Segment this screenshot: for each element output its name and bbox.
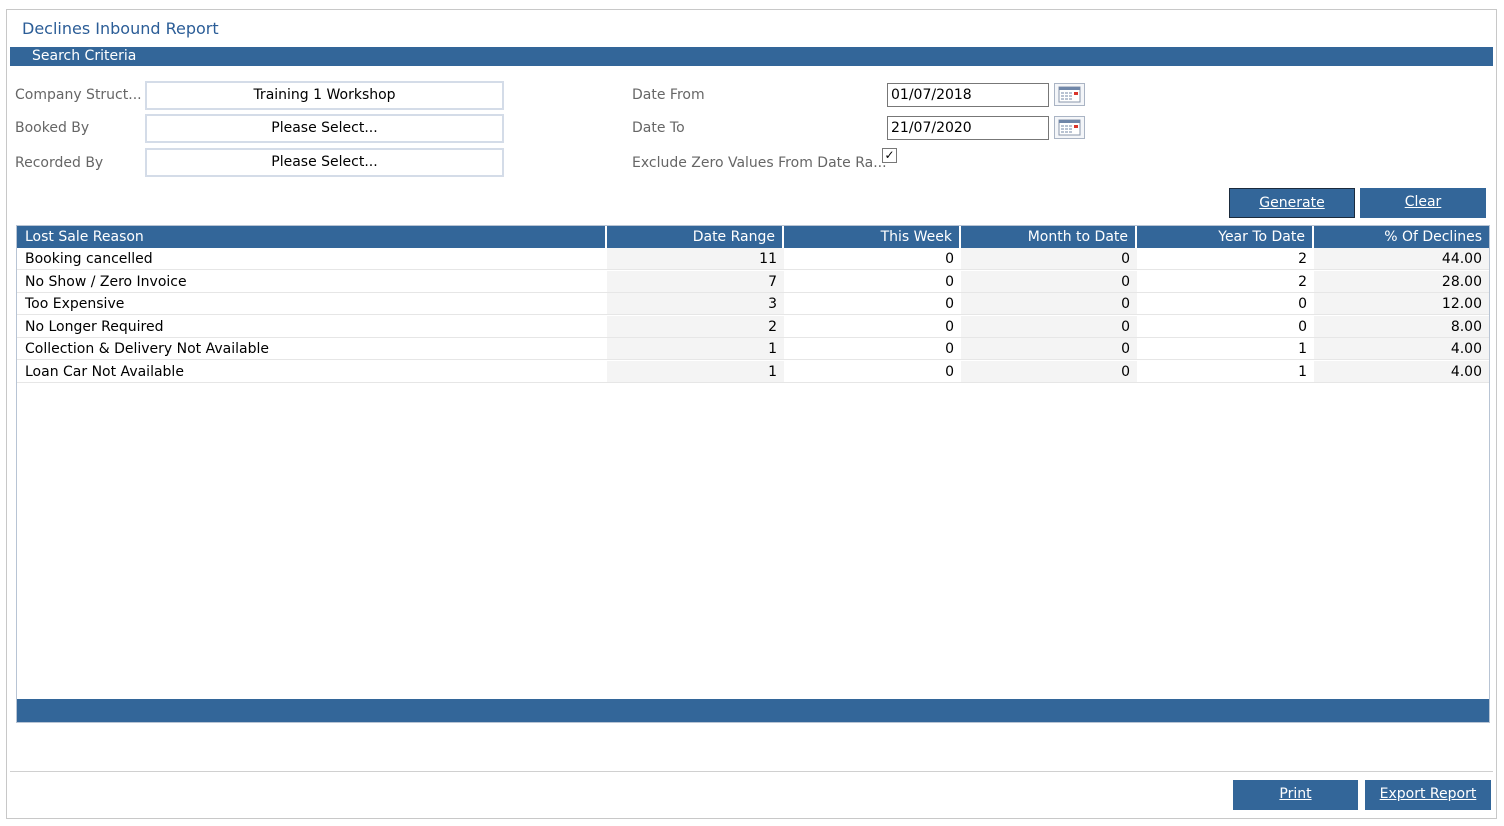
table-row[interactable]: No Show / Zero Invoice 7 0 0 2 28.00: [17, 271, 1489, 293]
cell-year-to-date: 0: [1137, 316, 1314, 338]
cell-reason: Booking cancelled: [17, 248, 607, 270]
cell-percent: 8.00: [1314, 316, 1489, 338]
cell-year-to-date: 2: [1137, 271, 1314, 293]
footer-divider: [10, 771, 1493, 772]
page-title: Declines Inbound Report: [22, 19, 219, 38]
exclude-zero-checkbox[interactable]: ✓: [882, 148, 897, 163]
generate-button[interactable]: Generate: [1229, 188, 1355, 218]
date-from-input[interactable]: [887, 83, 1049, 107]
cell-month-to-date: 0: [961, 361, 1137, 383]
table-row[interactable]: Collection & Delivery Not Available 1 0 …: [17, 338, 1489, 360]
column-header-lost-sale-reason[interactable]: Lost Sale Reason: [17, 226, 607, 248]
cell-percent: 12.00: [1314, 293, 1489, 315]
exclude-zero-label: Exclude Zero Values From Date Ra...: [632, 155, 887, 171]
cell-this-week: 0: [784, 316, 961, 338]
cell-date-range: 11: [607, 248, 784, 270]
calendar-icon: [1058, 119, 1081, 136]
company-structure-label: Company Struct...: [15, 87, 142, 103]
cell-date-range: 2: [607, 316, 784, 338]
cell-this-week: 0: [784, 361, 961, 383]
cell-reason: Collection & Delivery Not Available: [17, 338, 607, 360]
cell-date-range: 3: [607, 293, 784, 315]
cell-month-to-date: 0: [961, 293, 1137, 315]
export-report-button[interactable]: Export Report: [1365, 780, 1491, 810]
cell-year-to-date: 2: [1137, 248, 1314, 270]
column-header-month-to-date[interactable]: Month to Date: [961, 226, 1137, 248]
date-to-input[interactable]: [887, 116, 1049, 140]
cell-percent: 4.00: [1314, 361, 1489, 383]
column-header-date-range[interactable]: Date Range: [607, 226, 784, 248]
search-criteria-header: Search Criteria: [10, 47, 1493, 66]
cell-percent: 44.00: [1314, 248, 1489, 270]
company-structure-select[interactable]: Training 1 Workshop: [145, 81, 504, 110]
cell-this-week: 0: [784, 293, 961, 315]
cell-year-to-date: 0: [1137, 293, 1314, 315]
cell-year-to-date: 1: [1137, 361, 1314, 383]
cell-date-range: 1: [607, 361, 784, 383]
cell-this-week: 0: [784, 271, 961, 293]
cell-reason: No Longer Required: [17, 316, 607, 338]
cell-month-to-date: 0: [961, 316, 1137, 338]
column-header-this-week[interactable]: This Week: [784, 226, 961, 248]
cell-reason: Loan Car Not Available: [17, 361, 607, 383]
cell-month-to-date: 0: [961, 248, 1137, 270]
grid-footer: [17, 699, 1489, 722]
cell-this-week: 0: [784, 338, 961, 360]
clear-button[interactable]: Clear: [1360, 188, 1486, 218]
cell-date-range: 7: [607, 271, 784, 293]
booked-by-label: Booked By: [15, 120, 90, 136]
table-row[interactable]: Loan Car Not Available 1 0 0 1 4.00: [17, 361, 1489, 383]
date-from-label: Date From: [632, 87, 705, 103]
date-from-calendar-button[interactable]: [1054, 83, 1085, 106]
date-to-label: Date To: [632, 120, 685, 136]
cell-year-to-date: 1: [1137, 338, 1314, 360]
table-row[interactable]: Booking cancelled 11 0 0 2 44.00: [17, 248, 1489, 270]
recorded-by-label: Recorded By: [15, 155, 104, 171]
cell-reason: No Show / Zero Invoice: [17, 271, 607, 293]
date-to-calendar-button[interactable]: [1054, 116, 1085, 139]
cell-month-to-date: 0: [961, 271, 1137, 293]
booked-by-select[interactable]: Please Select...: [145, 114, 504, 143]
results-grid: Lost Sale Reason Date Range This Week Mo…: [16, 225, 1490, 723]
cell-reason: Too Expensive: [17, 293, 607, 315]
grid-header: Lost Sale Reason Date Range This Week Mo…: [17, 226, 1489, 248]
recorded-by-select[interactable]: Please Select...: [145, 148, 504, 177]
column-header-year-to-date[interactable]: Year To Date: [1137, 226, 1314, 248]
cell-percent: 4.00: [1314, 338, 1489, 360]
cell-this-week: 0: [784, 248, 961, 270]
table-row[interactable]: No Longer Required 2 0 0 0 8.00: [17, 316, 1489, 338]
print-button[interactable]: Print: [1233, 780, 1358, 810]
cell-month-to-date: 0: [961, 338, 1137, 360]
table-row[interactable]: Too Expensive 3 0 0 0 12.00: [17, 293, 1489, 315]
cell-date-range: 1: [607, 338, 784, 360]
cell-percent: 28.00: [1314, 271, 1489, 293]
calendar-icon: [1058, 86, 1081, 103]
column-header-percent-of-declines[interactable]: % Of Declines: [1314, 226, 1489, 248]
